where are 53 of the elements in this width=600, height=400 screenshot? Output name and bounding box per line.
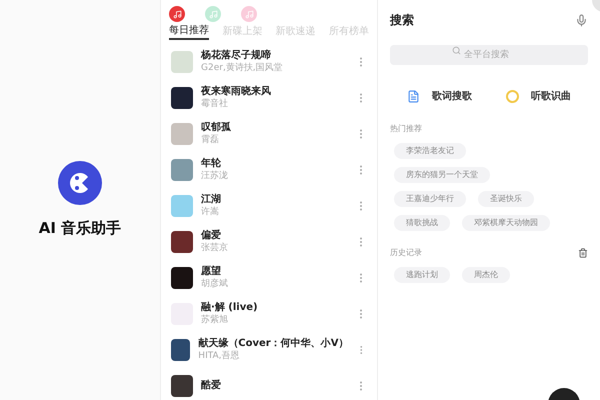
album-cover: [171, 375, 193, 397]
history-tag[interactable]: 周杰伦: [462, 267, 510, 283]
song-title: 年轮: [201, 158, 222, 170]
app-title: AI 音乐助手: [38, 218, 122, 239]
music-note-icon: [244, 10, 254, 18]
song-title: 愿望: [201, 266, 222, 278]
album-cover: [171, 231, 193, 253]
song-artist: 胡彦斌: [201, 278, 229, 290]
document-icon: [407, 90, 420, 102]
search-icon: [452, 46, 461, 54]
album-cover: [171, 159, 193, 181]
hot-search-tag[interactable]: 房东的猫另一个天堂: [394, 167, 490, 183]
hot-search-tag[interactable]: 李荣浩老友记: [394, 143, 466, 159]
song-artist: 苏紫旭: [201, 314, 229, 326]
microphone-icon[interactable]: [575, 14, 588, 26]
music-note-icon: [172, 10, 182, 18]
song-title: 杨花落尽子规啼: [201, 50, 272, 62]
song-artist: 霄磊: [201, 134, 220, 146]
song-artist: HITA,吾恩: [198, 350, 241, 362]
music-source-button[interactable]: [169, 6, 185, 22]
song-title: 酷爱: [201, 380, 222, 392]
song-title: 叹郁孤: [201, 122, 232, 134]
song-title: 献天缘（Cover：何中华、小V）: [198, 338, 348, 350]
song-artist: 张芸京: [201, 242, 229, 254]
song-title: 江湖: [201, 194, 222, 206]
search-mode-button[interactable]: 听歌识曲: [506, 88, 571, 104]
album-cover: [171, 87, 193, 109]
section-title: 热门推荐: [390, 123, 423, 135]
hot-search-tag[interactable]: 王嘉迪少年行: [394, 191, 466, 207]
search-mode-button[interactable]: 歌词搜歌: [407, 88, 472, 104]
song-artist: 霉音社: [201, 98, 229, 110]
album-cover: [171, 195, 193, 217]
trash-icon[interactable]: [578, 248, 588, 258]
song-title: 融·解 (live): [201, 302, 259, 314]
song-artist: 汪苏泷: [201, 170, 229, 182]
search-title: 搜索: [390, 12, 414, 29]
song-title: 偏爱: [201, 230, 222, 242]
tab[interactable]: 每日推荐: [169, 22, 209, 40]
album-cover: [171, 123, 193, 145]
search-field[interactable]: 全平台搜索: [390, 45, 588, 65]
hot-search-tag[interactable]: 圣诞快乐: [478, 191, 534, 207]
history-tag[interactable]: 逃跑计划: [394, 267, 450, 283]
song-artist: 许嵩: [201, 206, 220, 218]
hot-search-tag[interactable]: 猜歌挑战: [394, 215, 450, 231]
section-title: 历史记录: [390, 247, 422, 259]
app-logo-icon: [58, 160, 102, 205]
album-cover: [171, 51, 193, 73]
music-note-icon: [208, 10, 218, 18]
album-cover: [171, 339, 190, 361]
album-cover: [171, 267, 193, 289]
song-title: 夜来寒雨晓来风: [201, 86, 272, 98]
hot-search-tag[interactable]: 邓紫棋摩天动物园: [462, 215, 550, 231]
song-artist: G2er,黄诗扶,国风堂: [201, 62, 284, 74]
